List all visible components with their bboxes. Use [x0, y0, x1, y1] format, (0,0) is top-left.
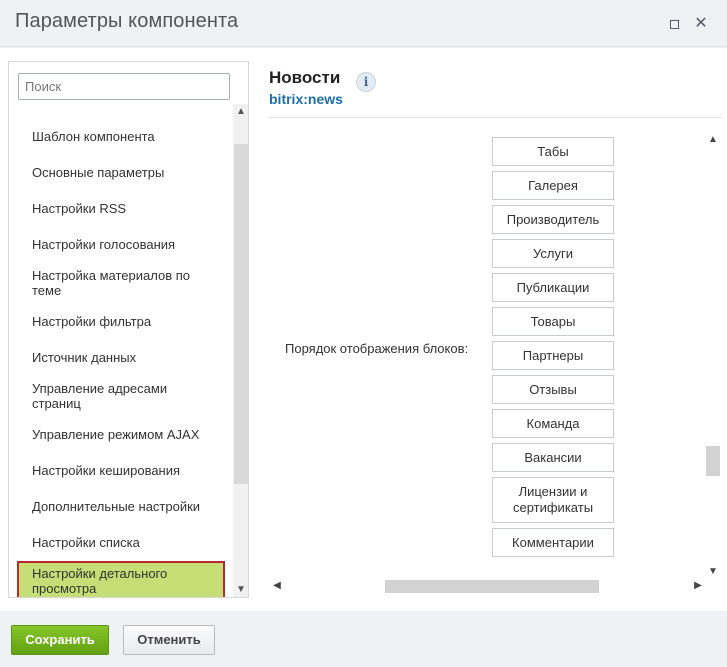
dialog-titlebar: Параметры компонента ✕ — [0, 0, 727, 47]
close-icon[interactable]: ✕ — [693, 16, 709, 32]
block-item[interactable]: Команда — [492, 409, 614, 438]
block-item[interactable]: Партнеры — [492, 341, 614, 370]
sidebar-item-urls[interactable]: Управление адресами страниц — [9, 381, 234, 411]
block-item[interactable]: Табы — [492, 137, 614, 166]
scroll-up-icon[interactable]: ▲ — [233, 104, 248, 120]
sidebar-item-template[interactable]: Шаблон компонента — [9, 129, 234, 144]
block-item[interactable]: Галерея — [492, 171, 614, 200]
block-item[interactable]: Отзывы — [492, 375, 614, 404]
cancel-button[interactable]: Отменить — [123, 625, 215, 655]
scroll-left-icon[interactable]: ◀ — [269, 578, 285, 594]
scrollbar-thumb[interactable] — [385, 580, 599, 593]
divider — [269, 117, 722, 118]
block-item[interactable]: Лицензии и сертификаты — [492, 477, 614, 523]
content-scrollbar[interactable]: ▲ ▼ — [705, 132, 721, 578]
info-icon[interactable]: i — [356, 72, 376, 92]
dialog-content: Шаблон компонента Основные параметры Нас… — [0, 48, 727, 611]
scroll-up-icon[interactable]: ▲ — [705, 132, 721, 148]
sidebar-item-list[interactable]: Настройки списка — [9, 535, 234, 550]
sidebar-item-basic[interactable]: Основные параметры — [9, 165, 234, 180]
sidebar-item-datasource[interactable]: Источник данных — [9, 350, 234, 365]
block-item[interactable]: Производитель — [492, 205, 614, 234]
scrollbar-thumb[interactable] — [706, 446, 720, 476]
sections-panel: Шаблон компонента Основные параметры Нас… — [8, 61, 249, 598]
dialog-title: Параметры компонента — [15, 10, 239, 32]
scroll-down-icon[interactable]: ▼ — [233, 582, 248, 597]
block-item[interactable]: Публикации — [492, 273, 614, 302]
block-item[interactable]: Комментарии — [492, 528, 614, 557]
sidebar-item-rss[interactable]: Настройки RSS — [9, 201, 234, 216]
sidebar-item-cache[interactable]: Настройки кеширования — [9, 463, 234, 478]
sidebar-item-voting[interactable]: Настройки голосования — [9, 237, 234, 252]
search-input[interactable] — [18, 73, 230, 100]
maximize-icon[interactable] — [666, 16, 682, 32]
block-item[interactable]: Вакансии — [492, 443, 614, 472]
scroll-right-icon[interactable]: ▶ — [690, 578, 706, 594]
block-item[interactable]: Товары — [492, 307, 614, 336]
save-button[interactable]: Сохранить — [11, 625, 109, 655]
sidebar-item-ajax[interactable]: Управление режимом AJAX — [9, 427, 234, 442]
sidebar-item-detail[interactable]: Настройки детального просмотра — [17, 561, 225, 597]
horizontal-scrollbar[interactable]: ◀ ▶ — [269, 578, 706, 594]
param-label: Порядок отображения блоков: — [285, 341, 469, 356]
component-name: Новости — [269, 68, 341, 87]
sidebar-item-related[interactable]: Настройка материалов по теме — [9, 268, 234, 298]
sections-scrollbar[interactable]: ▲ ▼ — [233, 104, 248, 597]
block-item[interactable]: Услуги — [492, 239, 614, 268]
scrollbar-thumb[interactable] — [234, 144, 248, 484]
sidebar-item-filter[interactable]: Настройки фильтра — [9, 314, 234, 329]
dialog-footer: Сохранить Отменить — [0, 611, 727, 667]
sidebar-item-additional[interactable]: Дополнительные настройки — [9, 499, 234, 514]
component-code[interactable]: bitrix:news — [269, 91, 343, 107]
scroll-down-icon[interactable]: ▼ — [705, 564, 721, 580]
